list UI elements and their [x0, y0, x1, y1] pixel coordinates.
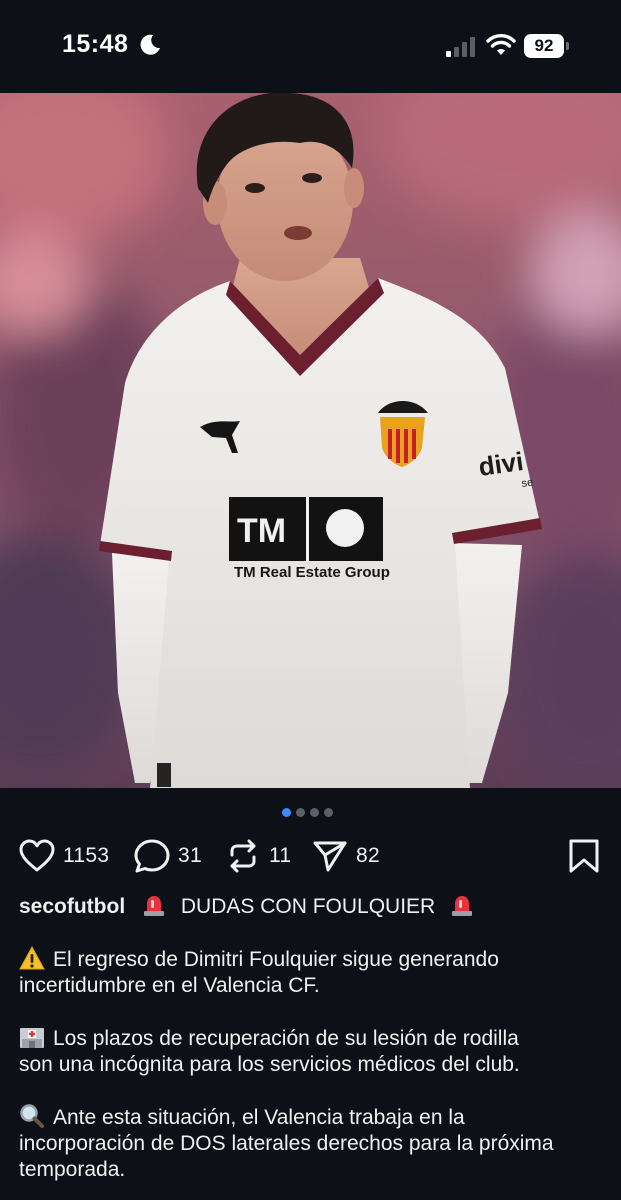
- repost-button[interactable]: 11: [225, 838, 291, 874]
- siren-icon: [449, 893, 475, 917]
- caption-paragraph: El regreso de Dimitri Foulquier sigue ge…: [19, 945, 609, 999]
- sleeve-sponsor-text: divi: [477, 446, 526, 482]
- caption-text: Ante esta situación, el Valencia trabaja…: [53, 1106, 465, 1129]
- like-button[interactable]: 1153: [19, 838, 109, 874]
- post-caption: secofutbol DUDAS CON FOULQUIER El regres…: [19, 893, 609, 1183]
- wifi-icon: [486, 34, 516, 55]
- send-icon: [313, 841, 347, 872]
- carousel-dot[interactable]: [310, 808, 319, 817]
- caption-headline-row: secofutbol DUDAS CON FOULQUIER: [19, 893, 609, 920]
- player-photo: TM TM Real Estate Group divi se: [0, 93, 621, 788]
- like-count: 1153: [63, 844, 110, 867]
- carousel-dot[interactable]: [282, 808, 291, 817]
- hospital-icon: [19, 1025, 45, 1049]
- caption-paragraph: Ante esta situación, el Valencia trabaja…: [19, 1104, 609, 1183]
- magnifier-icon: [19, 1104, 45, 1128]
- caption-headline: DUDAS CON FOULQUIER: [180, 895, 436, 918]
- siren-icon: [141, 893, 167, 917]
- share-count: 82: [356, 844, 380, 867]
- caption-line: Ante esta situación, el Valencia trabaja…: [19, 1104, 609, 1131]
- comment-icon: [134, 839, 170, 873]
- warning-icon: [19, 945, 45, 970]
- caption-text: incertidumbre en el Valencia CF.: [19, 974, 320, 997]
- comment-count: 31: [178, 844, 202, 867]
- bookmark-icon[interactable]: [567, 838, 601, 874]
- status-bar: 15:48 92: [0, 0, 621, 93]
- caption-text: incorporación de DOS laterales derechos …: [19, 1132, 554, 1155]
- share-button[interactable]: 82: [312, 838, 380, 874]
- caption-text: Los plazos de recuperación de su lesión …: [53, 1027, 519, 1050]
- sleeve-sponsor-sub: se: [521, 476, 534, 490]
- post-actions: 1153 31 11 82: [19, 838, 601, 874]
- status-time: 15:48: [62, 30, 129, 58]
- screen: 15:48 92 TM TM Real Estate Group divi se…: [0, 0, 621, 1200]
- heart-icon: [19, 839, 55, 872]
- caption-line: Los plazos de recuperación de su lesión …: [19, 1025, 609, 1052]
- caption-paragraph: Los plazos de recuperación de su lesión …: [19, 1025, 609, 1078]
- carousel-indicator: [282, 808, 333, 818]
- carousel-dot[interactable]: [296, 808, 305, 817]
- battery-level: 92: [524, 34, 564, 58]
- caption-text: temporada.: [19, 1158, 126, 1181]
- caption-text: El regreso de Dimitri Foulquier sigue ge…: [53, 948, 499, 971]
- repost-icon: [230, 839, 256, 873]
- comment-button[interactable]: 31: [134, 838, 202, 874]
- caption-text: son una incógnita para los servicios méd…: [19, 1053, 520, 1076]
- caption-line: El regreso de Dimitri Foulquier sigue ge…: [19, 945, 609, 973]
- battery-icon: 92: [524, 34, 570, 58]
- post-image[interactable]: TM TM Real Estate Group divi se: [0, 93, 621, 788]
- signal-icon: [446, 37, 475, 57]
- battery-cap: [566, 42, 569, 50]
- jersey-sponsor-text: TM Real Estate Group: [234, 564, 390, 581]
- repost-count: 11: [269, 844, 292, 867]
- carousel-dot[interactable]: [324, 808, 333, 817]
- moon-icon: [140, 34, 160, 55]
- username[interactable]: secofutbol: [19, 895, 125, 918]
- jersey-logo-text: TM: [237, 512, 286, 550]
